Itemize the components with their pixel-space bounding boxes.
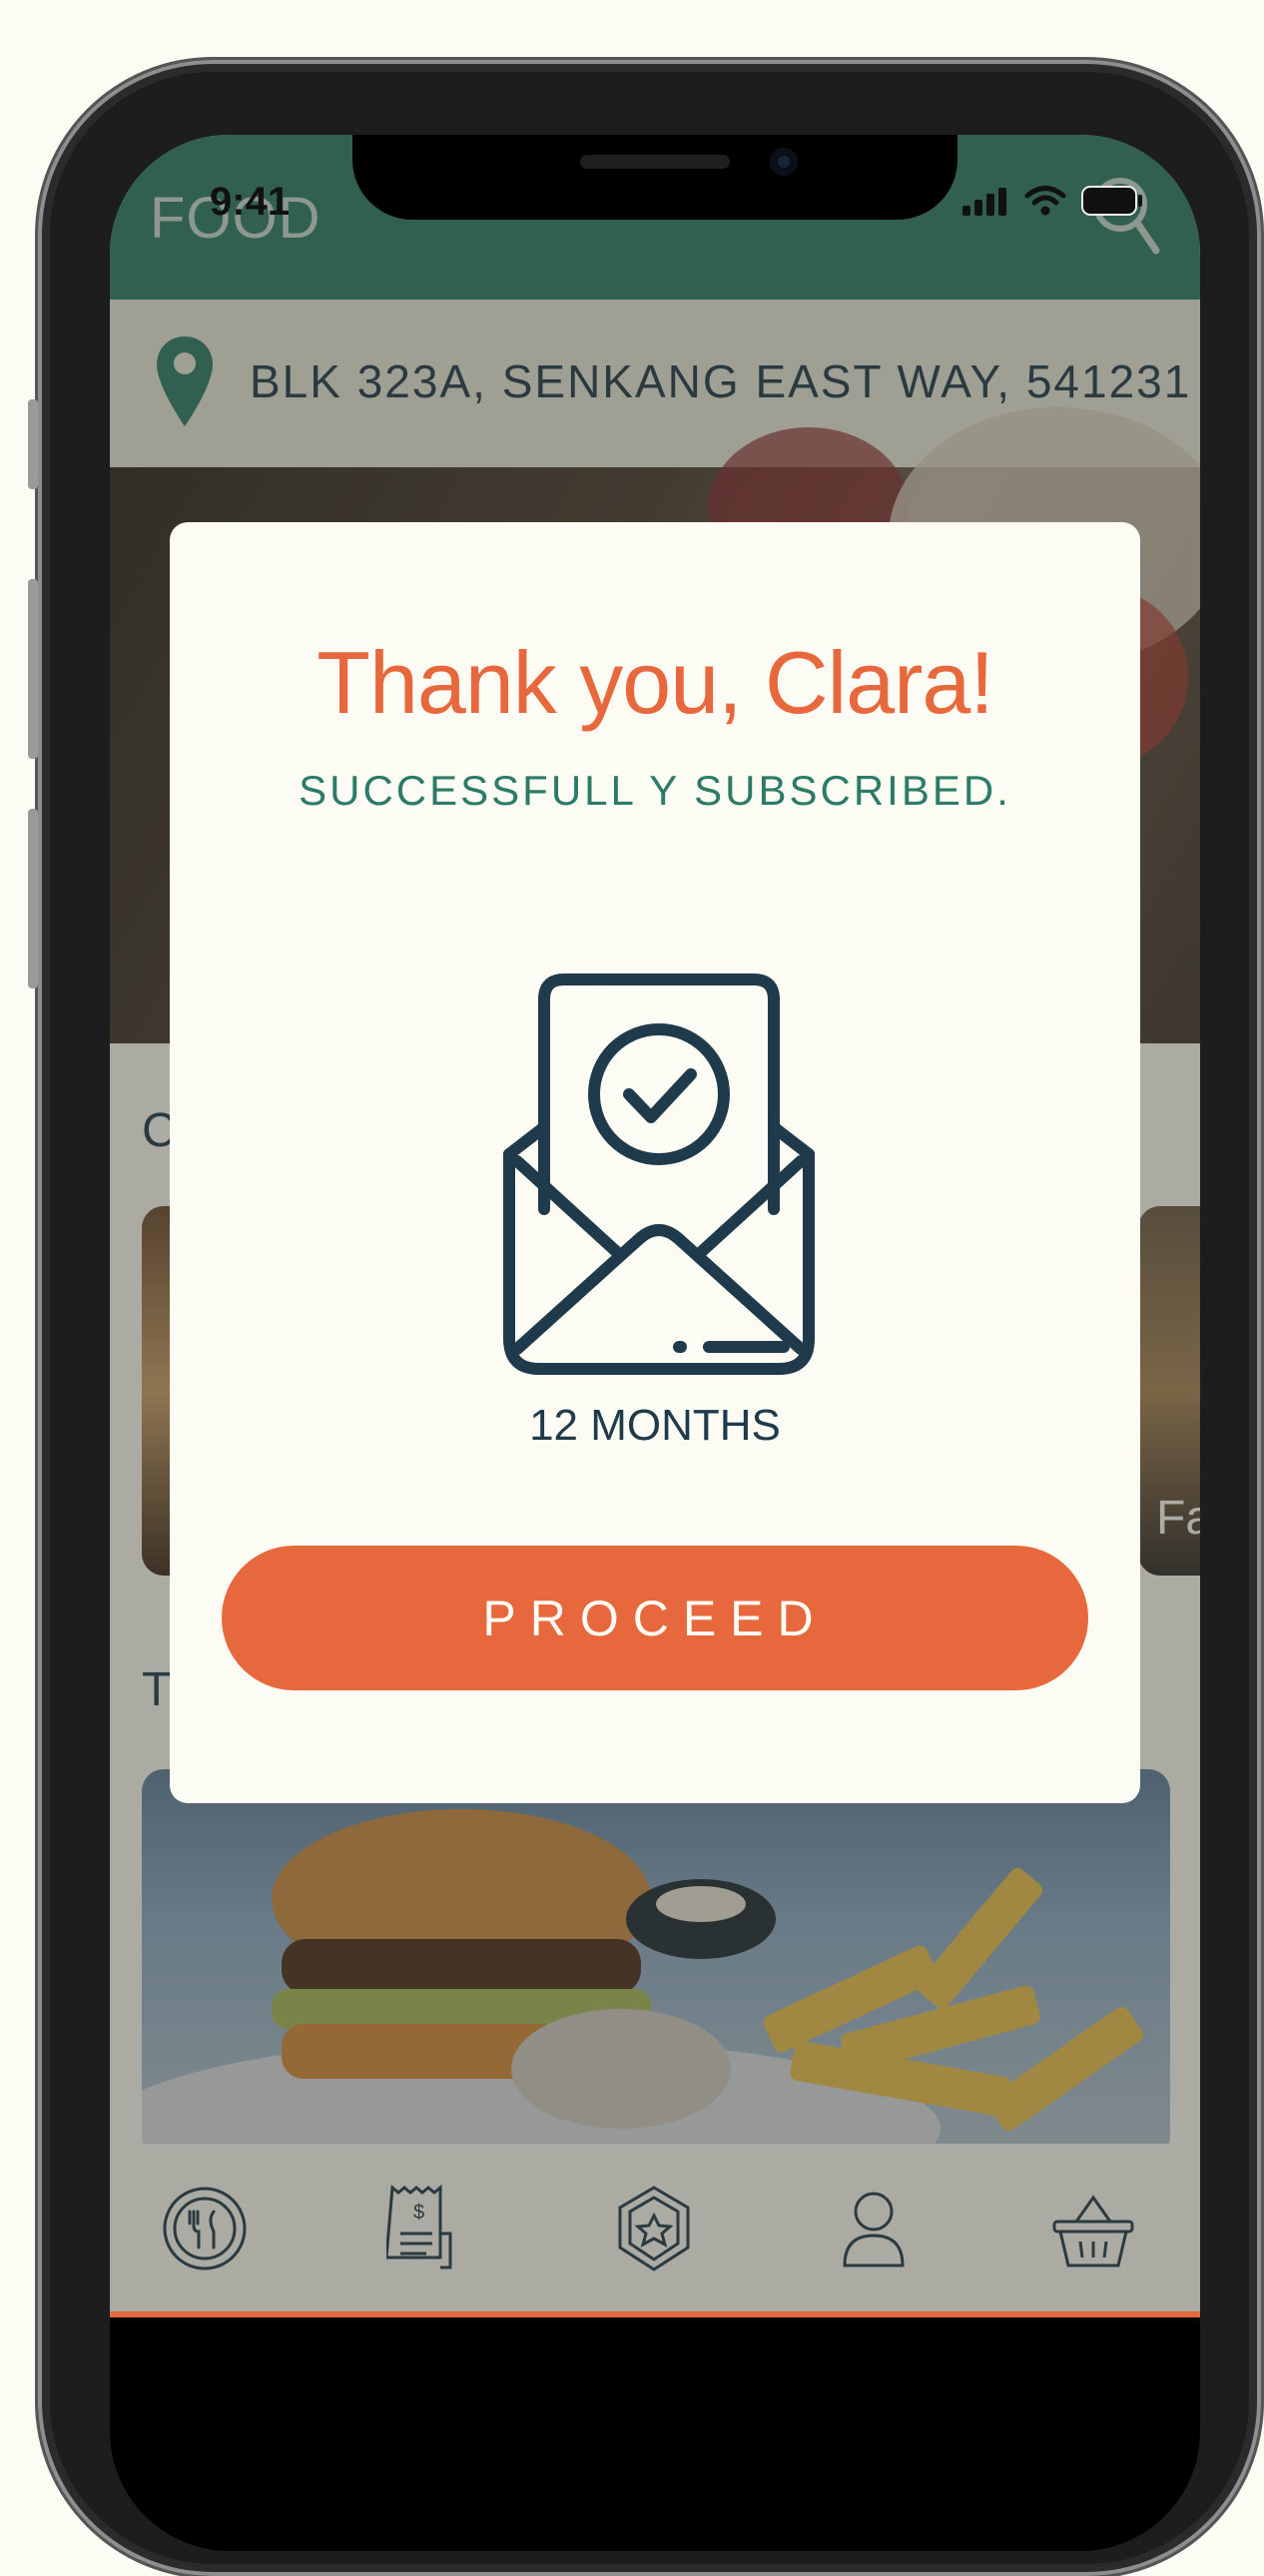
- modal-title: Thank you, Clara!: [316, 633, 994, 732]
- app-screen: FOOD BLK 323A, SENKANG EAST WAY, 541231: [110, 135, 1200, 2317]
- status-time: 9:41: [210, 180, 291, 224]
- subscription-success-modal: Thank you, Clara! SUCCESSFULL Y SUBSCRIB…: [170, 522, 1140, 1803]
- cellular-signal-icon: [960, 186, 1010, 221]
- status-icons: [960, 185, 1144, 222]
- front-camera: [770, 148, 798, 176]
- phone-screen: FOOD BLK 323A, SENKANG EAST WAY, 541231: [110, 135, 1200, 2551]
- speaker-grille: [580, 155, 730, 169]
- proceed-button[interactable]: PROCEED: [222, 1546, 1088, 1690]
- mute-switch: [28, 399, 38, 489]
- volume-up-button: [28, 579, 38, 759]
- subscription-duration: 12 MONTHS: [529, 1401, 781, 1450]
- battery-icon: [1080, 185, 1144, 222]
- envelope-check-icon: [469, 969, 849, 1404]
- wifi-icon: [1024, 185, 1066, 222]
- modal-subtitle: SUCCESSFULL Y SUBSCRIBED.: [299, 767, 1011, 814]
- notch: [352, 135, 957, 220]
- volume-down-button: [28, 809, 38, 988]
